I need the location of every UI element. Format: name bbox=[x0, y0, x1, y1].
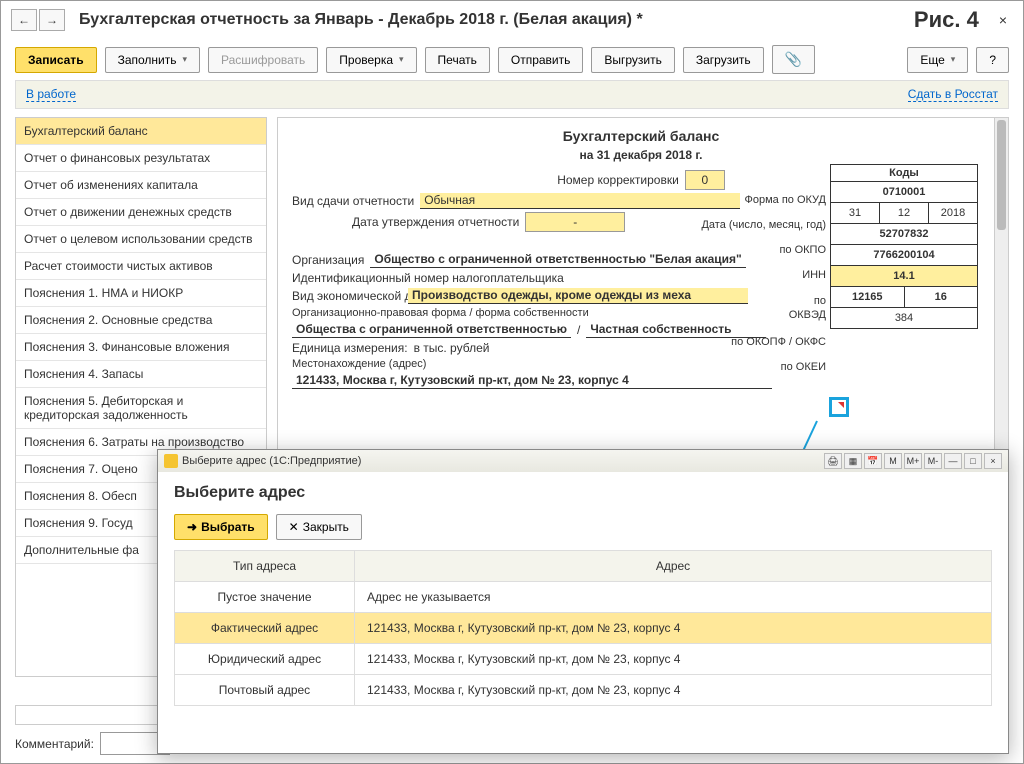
calc-icon[interactable]: 📅 bbox=[864, 453, 882, 469]
doc-title: Бухгалтерский баланс bbox=[292, 128, 990, 144]
appr-label: Дата утверждения отчетности bbox=[352, 215, 519, 229]
app-icon bbox=[164, 454, 178, 468]
x-icon: ✕ bbox=[289, 520, 299, 534]
corr-label: Номер корректировки bbox=[557, 173, 679, 187]
save-button[interactable]: Записать bbox=[15, 47, 97, 73]
org-label: Организация bbox=[292, 253, 364, 267]
more-button[interactable]: Еще bbox=[907, 47, 968, 73]
doc-date: на 31 декабря 2018 г. bbox=[292, 148, 990, 162]
check-icon: ➜ bbox=[187, 520, 197, 534]
help-button[interactable]: ? bbox=[976, 47, 1009, 73]
corr-value[interactable]: 0 bbox=[685, 170, 725, 190]
sidebar-item[interactable]: Пояснения 3. Финансовые вложения bbox=[16, 334, 266, 361]
dlg-close-icon[interactable]: × bbox=[984, 453, 1002, 469]
sidebar-item[interactable]: Бухгалтерский баланс bbox=[16, 118, 266, 145]
address-table: Тип адреса Адрес Пустое значениеАдрес не… bbox=[174, 550, 992, 706]
form-label: Организационно-правовая форма / форма со… bbox=[292, 307, 589, 319]
address-dialog: Выберите адрес (1С:Предприятие) 🖨 ▦ 📅 M … bbox=[157, 449, 1009, 754]
export-button[interactable]: Выгрузить bbox=[591, 47, 675, 73]
dialog-title: Выберите адрес bbox=[174, 484, 992, 502]
send-button[interactable]: Отправить bbox=[498, 47, 584, 73]
window-title: Бухгалтерская отчетность за Январь - Дек… bbox=[79, 11, 908, 29]
codes-table: Коды 0710001 31122018 52707832 776620010… bbox=[830, 164, 978, 329]
th-addr: Адрес bbox=[355, 551, 992, 582]
mplus-btn[interactable]: M+ bbox=[904, 453, 922, 469]
status-link-send[interactable]: Сдать в Росстат bbox=[908, 87, 998, 102]
sidebar-item[interactable]: Отчет об изменениях капитала bbox=[16, 172, 266, 199]
addr-label: Местонахождение (адрес) bbox=[292, 358, 426, 370]
nav-back-button[interactable]: ← bbox=[11, 9, 37, 31]
dialog-wintitle: Выберите адрес (1С:Предприятие) bbox=[182, 455, 361, 467]
comment-label: Комментарий: bbox=[15, 737, 94, 751]
inn-label: Идентификационный номер налогоплательщик… bbox=[292, 271, 564, 285]
close-button[interactable]: ✕Закрыть bbox=[276, 514, 362, 540]
act-label: Вид экономической деятельности bbox=[292, 289, 402, 303]
type-value[interactable]: Обычная bbox=[420, 193, 740, 209]
act-value[interactable]: Производство одежды, кроме одежды из мех… bbox=[408, 288, 748, 304]
status-link-work[interactable]: В работе bbox=[26, 87, 76, 102]
figure-label: Рис. 4 bbox=[914, 7, 979, 33]
fill-button[interactable]: Заполнить bbox=[105, 47, 200, 73]
print-button[interactable]: Печать bbox=[425, 47, 490, 73]
sidebar-item[interactable]: Отчет о финансовых результатах bbox=[16, 145, 266, 172]
import-button[interactable]: Загрузить bbox=[683, 47, 764, 73]
nav-fwd-button[interactable]: → bbox=[39, 9, 65, 31]
sidebar-item[interactable]: Пояснения 4. Запасы bbox=[16, 361, 266, 388]
type-label: Вид сдачи отчетности bbox=[292, 194, 414, 208]
table-row[interactable]: Фактический адрес121433, Москва г, Кутуз… bbox=[175, 613, 992, 644]
sidebar-item[interactable]: Отчет о целевом использовании средств bbox=[16, 226, 266, 253]
th-type: Тип адреса bbox=[175, 551, 355, 582]
close-icon[interactable]: × bbox=[993, 12, 1013, 28]
addr-value: 121433, Москва г, Кутузовский пр-кт, дом… bbox=[292, 373, 772, 389]
org-value: Общество с ограниченной ответственностью… bbox=[370, 252, 745, 268]
sidebar-item[interactable]: Отчет о движении денежных средств bbox=[16, 199, 266, 226]
form1: Общества с ограниченной ответственностью bbox=[292, 322, 571, 338]
table-row[interactable]: Почтовый адрес121433, Москва г, Кутузовс… bbox=[175, 675, 992, 706]
code-labels: Форма по ОКУД Дата (число, месяц, год) п… bbox=[701, 188, 826, 380]
min-icon[interactable]: — bbox=[944, 453, 962, 469]
sidebar-item[interactable]: Пояснения 1. НМА и НИОКР bbox=[16, 280, 266, 307]
appr-value[interactable]: - bbox=[525, 212, 625, 232]
mminus-btn[interactable]: M- bbox=[924, 453, 942, 469]
check-button[interactable]: Проверка bbox=[326, 47, 416, 73]
m-btn[interactable]: M bbox=[884, 453, 902, 469]
grid-icon[interactable]: ▦ bbox=[844, 453, 862, 469]
print-icon[interactable]: 🖨 bbox=[824, 453, 842, 469]
unit-label: Единица измерения: bbox=[292, 341, 408, 355]
table-row[interactable]: Пустое значениеАдрес не указывается bbox=[175, 582, 992, 613]
select-button[interactable]: ➜Выбрать bbox=[174, 514, 268, 540]
sidebar-item[interactable]: Расчет стоимости чистых активов bbox=[16, 253, 266, 280]
attach-button[interactable]: 📎 bbox=[772, 45, 815, 74]
unit-value: в тыс. рублей bbox=[414, 341, 490, 355]
sidebar-item[interactable]: Пояснения 5. Дебиторская и кредиторская … bbox=[16, 388, 266, 429]
decode-button[interactable]: Расшифровать bbox=[208, 47, 318, 73]
address-indicator[interactable] bbox=[829, 397, 849, 417]
table-row[interactable]: Юридический адрес121433, Москва г, Кутуз… bbox=[175, 644, 992, 675]
sidebar-item[interactable]: Пояснения 2. Основные средства bbox=[16, 307, 266, 334]
max-icon[interactable]: □ bbox=[964, 453, 982, 469]
